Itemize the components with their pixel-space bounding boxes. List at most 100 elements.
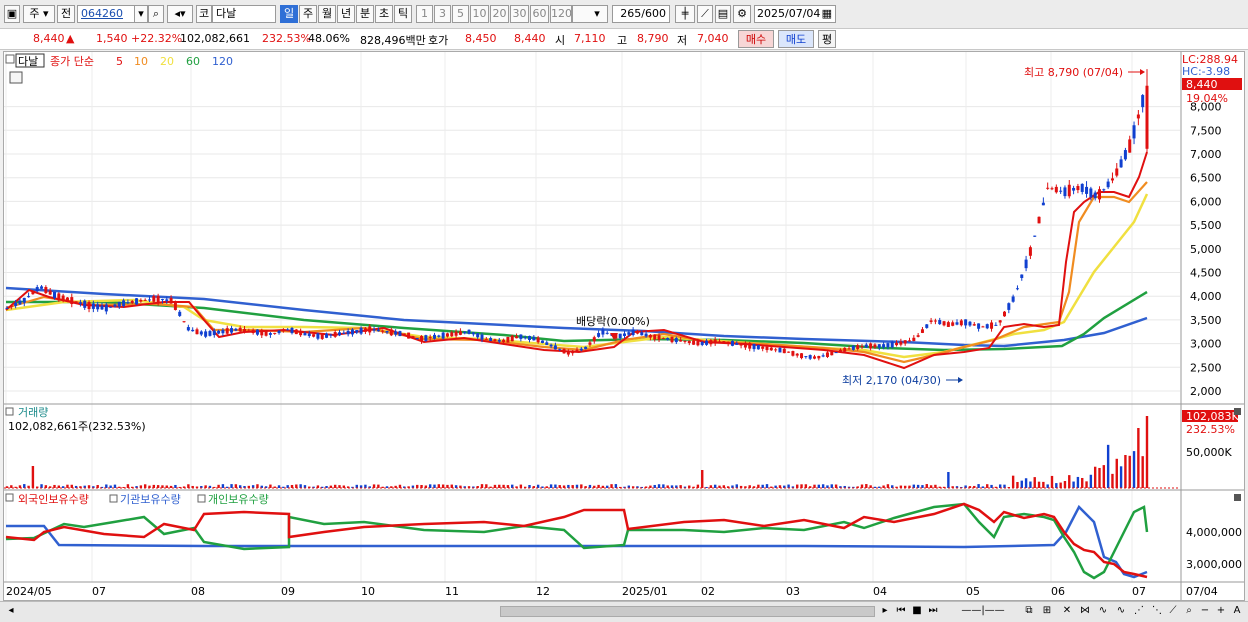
volume-bar <box>61 486 65 488</box>
wave2-icon[interactable]: ∿ <box>1114 604 1128 618</box>
candle-body <box>588 342 592 345</box>
scroll-thumb[interactable] <box>500 606 875 617</box>
volume-bar <box>1050 475 1054 488</box>
sell-button[interactable]: 매도 <box>778 30 814 48</box>
wave-icon[interactable]: ∿ <box>1096 604 1110 618</box>
inst-select-icon[interactable] <box>109 494 118 503</box>
holding-panel-close-icon[interactable] <box>1234 494 1241 501</box>
zoom-out-icon[interactable]: − <box>1198 604 1212 618</box>
holding-panel-select-icon[interactable] <box>5 493 14 502</box>
stock-chart[interactable]: 다날 종가 단순 5 10 20 60 120 8,0007,5007,0006,500… <box>4 52 1244 600</box>
volume-bar <box>169 485 173 488</box>
candle-body <box>899 341 903 345</box>
window-menu-icon[interactable]: ▣ <box>4 5 20 23</box>
chart-icon[interactable]: ⊞ <box>1040 604 1054 618</box>
candle-body <box>281 330 285 332</box>
indicator-icon[interactable]: ⋈ <box>1078 604 1092 618</box>
count-field[interactable]: 265/600 <box>612 5 670 23</box>
period-button[interactable]: 년 <box>337 5 355 23</box>
zoom-slider[interactable]: ——|—— <box>948 604 1018 618</box>
candle-body <box>199 331 203 335</box>
volume-panel-close-icon[interactable] <box>1234 408 1241 415</box>
period-button[interactable]: 분 <box>356 5 374 23</box>
settings-gear-icon[interactable]: ⚙ <box>733 5 751 23</box>
volume-bar <box>143 484 147 488</box>
line-icon[interactable]: ⟋ <box>1166 604 1180 618</box>
sound-icon[interactable]: ◂▾ <box>167 5 193 23</box>
interval-button[interactable]: 20 <box>490 5 509 23</box>
volume-bar <box>986 484 989 488</box>
period-button[interactable]: 주 <box>299 5 317 23</box>
chart-type-label: 주 <box>29 7 40 20</box>
code-dropdown-icon[interactable]: ▾ <box>134 5 148 23</box>
search-icon[interactable]: ⌕ <box>148 5 164 23</box>
stop-icon[interactable]: ■ <box>910 604 924 618</box>
holding-tick-high: 4,000,000 <box>1186 526 1242 539</box>
chart-area[interactable]: 다날 종가 단순 5 10 20 60 120 8,000 7,500 7,000 6,500… <box>3 51 1245 601</box>
current-price: 8,440 <box>33 32 65 45</box>
interval-button[interactable]: 3 <box>434 5 451 23</box>
zoom-in-icon[interactable]: + <box>1214 604 1228 618</box>
market-button[interactable]: 코 <box>196 5 212 23</box>
volume-bar <box>821 484 825 488</box>
interval-button[interactable]: 120 <box>550 5 572 23</box>
interval-button[interactable]: 5 <box>452 5 469 23</box>
candle-body <box>277 330 281 334</box>
candle-body <box>1059 190 1063 192</box>
indiv-select-icon[interactable] <box>197 494 206 503</box>
volume-bar <box>860 484 864 488</box>
candle-body <box>1007 303 1011 310</box>
volume-bar <box>977 484 980 488</box>
candle-body <box>165 299 169 301</box>
period-button[interactable]: 틱 <box>394 5 412 23</box>
candle-body <box>359 327 363 334</box>
stock-code-input[interactable]: 064260 <box>77 5 135 23</box>
volume-panel-select-icon[interactable] <box>5 407 14 416</box>
period-button[interactable]: 초 <box>375 5 393 23</box>
scroll-left-icon[interactable]: ◂ <box>4 604 18 618</box>
tool-icon[interactable]: ✕ <box>1060 604 1074 618</box>
save-icon[interactable]: ▤ <box>715 5 731 23</box>
zoom-search-icon[interactable]: ⌕ <box>1182 604 1196 618</box>
rewind-icon[interactable]: ⏮ <box>894 604 908 618</box>
candle-body <box>830 351 834 356</box>
candle-body <box>1145 85 1149 149</box>
buy-button[interactable]: 매수 <box>738 30 774 48</box>
date-field[interactable]: 2025/07/04 ▦ <box>754 5 836 23</box>
scroll-right-icon[interactable]: ▸ <box>878 604 892 618</box>
ma-legend-item: 20 <box>160 55 174 68</box>
volume-bar <box>441 484 445 488</box>
candle-type-icon[interactable]: ╪ <box>675 5 695 23</box>
fast-forward-icon[interactable]: ⏭ <box>926 604 940 618</box>
candle-body <box>104 304 108 312</box>
draw-icon[interactable]: ⋰ <box>1132 604 1146 618</box>
volume-bar <box>1063 481 1067 488</box>
prefix-button[interactable]: 전 <box>57 5 75 23</box>
volume-bar <box>830 484 833 488</box>
average-button[interactable]: 평 <box>818 30 836 48</box>
interval-button[interactable]: 30 <box>510 5 529 23</box>
period-button[interactable]: 월 <box>318 5 336 23</box>
candle-body <box>221 329 225 334</box>
trend-line-icon[interactable]: ⟋ <box>697 5 713 23</box>
calendar-icon[interactable]: ▦ <box>822 6 832 22</box>
stock-name-field[interactable]: 다날 <box>212 5 276 23</box>
interval-button[interactable]: 60 <box>530 5 549 23</box>
interval-button[interactable]: 10 <box>470 5 489 23</box>
copy-icon[interactable]: ⧉ <box>1022 604 1036 618</box>
candle-body <box>860 346 864 348</box>
draw2-icon[interactable]: ⋱ <box>1150 604 1164 618</box>
candle-body <box>247 330 251 332</box>
candle-body <box>743 342 747 348</box>
period-button[interactable]: 일 <box>280 5 298 23</box>
panel-select-icon[interactable] <box>5 54 15 64</box>
custom-interval-select[interactable]: ▾ <box>572 5 608 23</box>
volume-bar <box>601 485 605 488</box>
interval-button[interactable]: 1 <box>416 5 433 23</box>
grid-toggle-icon[interactable] <box>9 71 23 84</box>
font-size-icon[interactable]: A <box>1230 604 1244 618</box>
candle-body <box>312 334 316 337</box>
chart-type-select[interactable]: 주 ▾ <box>23 5 55 23</box>
volume-bar <box>696 484 700 488</box>
candle-body <box>497 339 501 342</box>
